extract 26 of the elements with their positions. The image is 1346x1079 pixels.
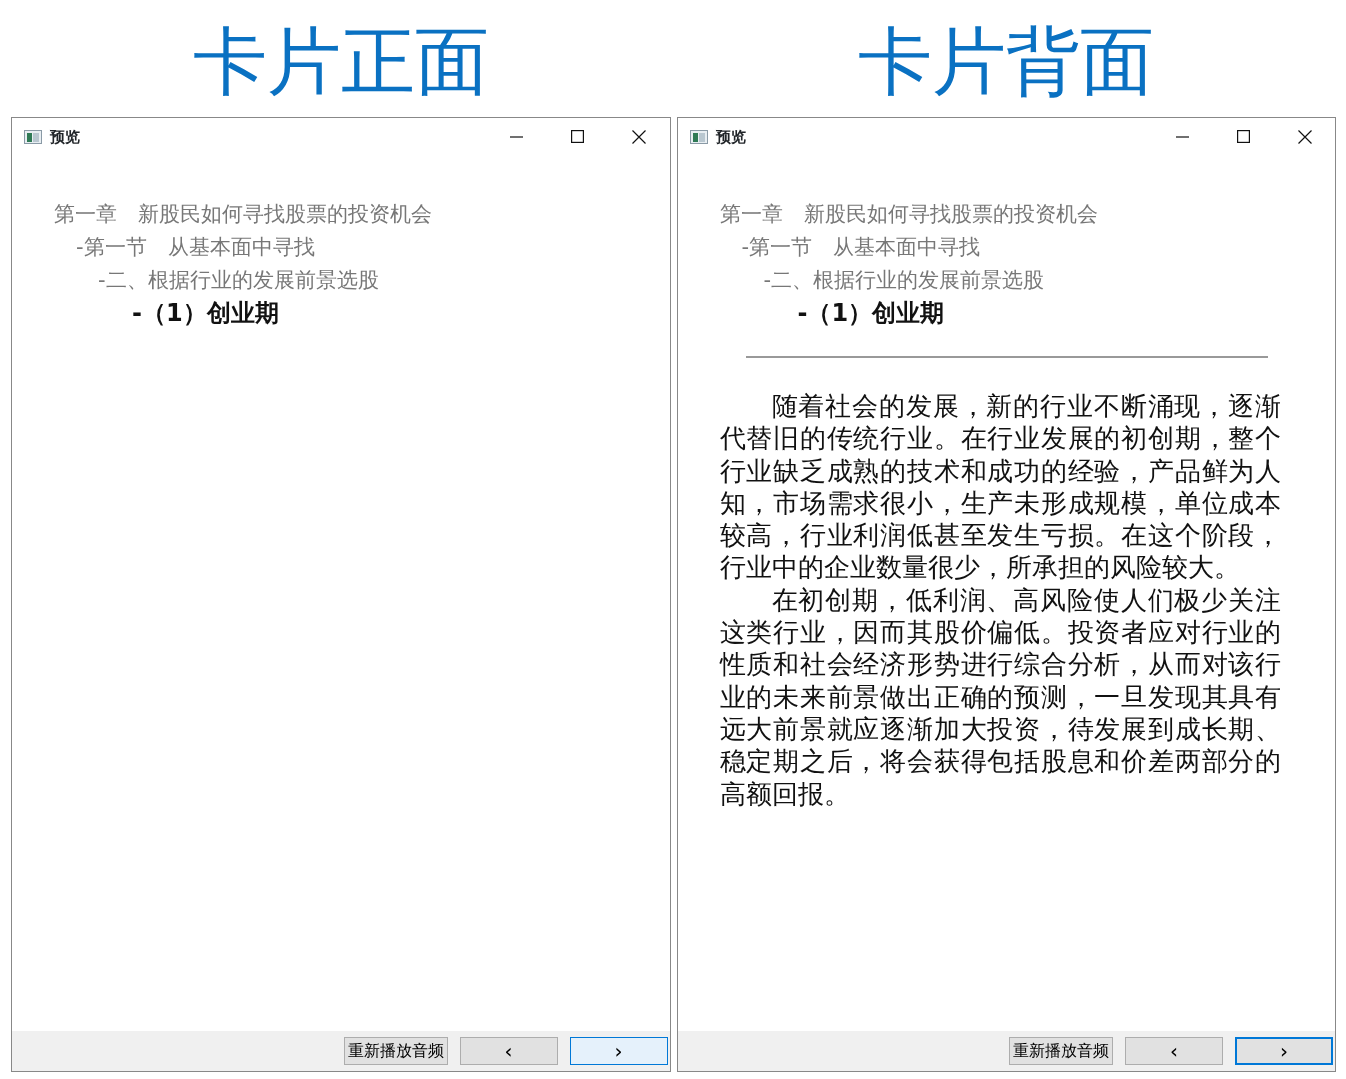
maximize-icon[interactable] — [1236, 130, 1251, 144]
close-icon[interactable] — [632, 130, 646, 144]
outline-item: 第一章 新股民如何寻找股票的投资机会 — [719, 201, 1098, 228]
outline-item: -二、根据行业的发展前景选股 — [98, 267, 379, 294]
paragraph: 随着社会的发展，新的行业不断涌现，逐渐代替旧的传统行业。在行业发展的初创期，整个行业缺乏成熟的技术和成功的经验，产品鲜为人知，市场需求很小，生产未形成规模，单位成本较高，行业利润低甚至发生亏损。在这个阶段，行业中的企业数量很少，所承担的风险较大。 — [719, 390, 1282, 584]
outline-item: -第一节 从基本面中寻找 — [741, 234, 981, 261]
outline-item: -（1）创业期 — [131, 298, 279, 329]
outline-item: -二、根据行业的发展前景选股 — [763, 267, 1045, 294]
panel-heading: 卡片正面 — [191, 16, 490, 106]
app-icon — [24, 130, 42, 144]
outline-item: 第一章 新股民如何寻找股票的投资机会 — [54, 201, 432, 228]
next-button[interactable]: › — [1235, 1037, 1333, 1065]
window-title: 预览 — [715, 126, 746, 148]
close-icon[interactable] — [1297, 130, 1312, 144]
previous-button[interactable]: ‹ — [1125, 1037, 1223, 1065]
paragraph: 在初创期，低利润、高风险使人们极少关注这类行业，因而其股价偏低。投资者应对行业的性质和社会经济形势进行综合分析，从而对该行业的未来前景做出正确的预测，一旦发现其具有远大前景就应逐渐加大投资，待发展到成长期、稳定期之后，将会获得包括股息和价差两部分的高额回报。 — [719, 583, 1282, 810]
outline-item: -第一节 从基本面中寻找 — [76, 234, 315, 261]
replay-audio-button[interactable]: 重新播放音频 — [343, 1037, 448, 1065]
app-icon — [689, 130, 708, 144]
maximize-icon[interactable] — [571, 130, 585, 144]
next-button[interactable]: › — [569, 1037, 668, 1065]
outline-item: -（1）创业期 — [796, 298, 945, 329]
previous-button[interactable]: ‹ — [459, 1037, 558, 1065]
panel-heading: 卡片背面 — [857, 16, 1156, 106]
replay-audio-button[interactable]: 重新播放音频 — [1009, 1037, 1113, 1065]
window-title: 预览 — [50, 126, 80, 148]
